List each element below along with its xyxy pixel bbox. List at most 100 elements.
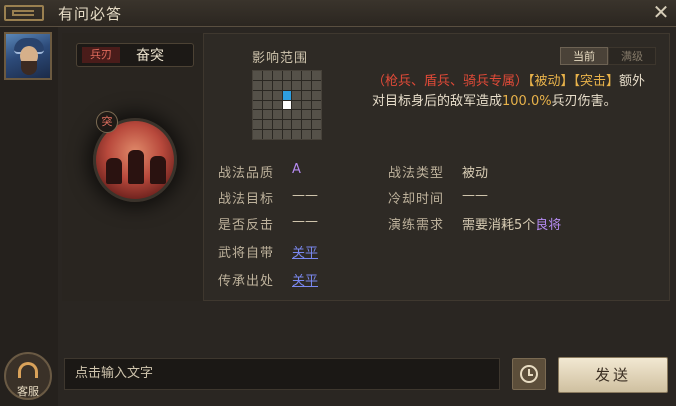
skill-mark-badge: 突 [96,111,118,133]
range-cell-empty [262,80,272,90]
training-label: 演练需求 [388,218,445,233]
desc-line1-tail: 额外 [619,74,646,89]
headset-icon [18,362,38,378]
type-label: 战法类型 [388,166,445,181]
desc-line2-prefix: 对目标身后的敌军造成 [372,94,503,109]
range-cell-empty [272,120,282,130]
cooldown-value: —— [462,188,488,203]
range-cell-empty [312,100,321,110]
type-value: 被动 [462,166,489,181]
tab-max-level[interactable]: 满级 [608,47,656,65]
rider-shape [128,150,144,184]
range-cell-empty [312,90,321,100]
range-cell-empty [262,110,272,120]
range-cell-empty [272,71,282,80]
range-cell-hit [282,90,292,100]
range-cell-empty [302,90,312,100]
range-cell-empty [292,80,302,90]
range-cell-empty [272,80,282,90]
range-cell-empty [253,80,262,90]
inherit-label: 传承出处 [218,274,275,289]
range-cell-empty [312,80,321,90]
range-cell-empty [312,120,321,130]
beard-shape [21,61,37,75]
innate-label: 武将自带 [218,246,275,261]
range-cell-empty [282,120,292,130]
tag-assault: 【突击】 [573,74,620,89]
counter-label: 是否反击 [218,218,275,233]
tab-current[interactable]: 当前 [560,47,608,65]
training-general: 良将 [535,218,562,233]
desc-line2-suffix: 兵刃伤害。 [551,94,617,109]
service-label: 客服 [17,385,39,398]
range-cell-empty [253,130,262,139]
quality-value: A [292,162,301,177]
range-cell-empty [262,130,272,139]
cavalry-icon [106,140,168,184]
range-cell-empty [272,90,282,100]
innate-general-link[interactable]: 关平 [292,242,318,261]
clock-icon [520,365,538,383]
history-button[interactable] [512,358,546,390]
range-cell-empty [292,130,302,139]
range-cell-empty [302,120,312,130]
level-tabs: 当前 满级 [560,47,656,65]
range-grid [252,70,322,140]
range-cell-empty [262,100,272,110]
range-cell-empty [272,100,282,110]
range-cell-empty [253,100,262,110]
send-button[interactable]: 发送 [558,357,668,393]
general-avatar[interactable] [4,32,52,80]
range-cell-empty [253,90,262,100]
close-icon[interactable]: ✕ [650,1,672,23]
range-cell-empty [262,71,272,80]
range-cell-empty [292,110,302,120]
damage-percent: 100.0% [502,94,552,109]
range-cell-empty [282,80,292,90]
range-cell-empty [312,110,321,120]
range-cell-empty [253,110,262,120]
tag-passive: 【被动】 [528,74,574,89]
range-cell-empty [302,80,312,90]
quality-label: 战法品质 [218,166,275,181]
title-bar: 有问必答 ✕ [0,0,676,27]
counter-value: —— [292,214,318,229]
rider-shape [150,156,166,184]
range-cell-empty [253,120,262,130]
training-value: 需要消耗5个良将 [462,214,561,233]
range-cell-empty [253,71,262,80]
range-cell-empty [302,130,312,139]
skill-name: 奋突 [136,48,164,64]
range-cell-empty [272,130,282,139]
range-cell-empty [302,110,312,120]
range-cell-empty [292,100,302,110]
skill-type-badge: 兵刃 [82,47,120,63]
cooldown-label: 冷却时间 [388,192,445,207]
range-cell-empty [262,90,272,100]
range-label: 影响范围 [252,51,309,66]
target-label: 战法目标 [218,192,275,207]
range-cell-empty [272,110,282,120]
customer-service-button[interactable]: 客服 [4,352,52,400]
target-value: —— [292,188,318,203]
training-prefix: 需要消耗 [462,218,515,233]
range-cell-self [282,100,292,110]
range-cell-empty [282,71,292,80]
sidebar [0,27,58,406]
range-cell-empty [282,130,292,139]
inherit-general-link[interactable]: 关平 [292,270,318,289]
chat-input[interactable]: 点击输入文字 [64,358,500,390]
range-cell-empty [302,71,312,80]
range-cell-empty [292,90,302,100]
range-cell-empty [292,120,302,130]
range-cell-empty [262,120,272,130]
range-cell-empty [312,130,321,139]
ornament-icon [4,5,44,21]
troop-restriction: （枪兵、盾兵、骑兵专属） [372,74,529,89]
window-title: 有问必答 [58,5,123,23]
range-cell-empty [312,71,321,80]
training-count: 5个 [514,218,536,233]
rider-shape [106,158,122,184]
skill-description: （枪兵、盾兵、骑兵专属）【被动】【突击】额外 对目标身后的敌军造成100.0%兵… [372,72,658,112]
range-cell-empty [292,71,302,80]
